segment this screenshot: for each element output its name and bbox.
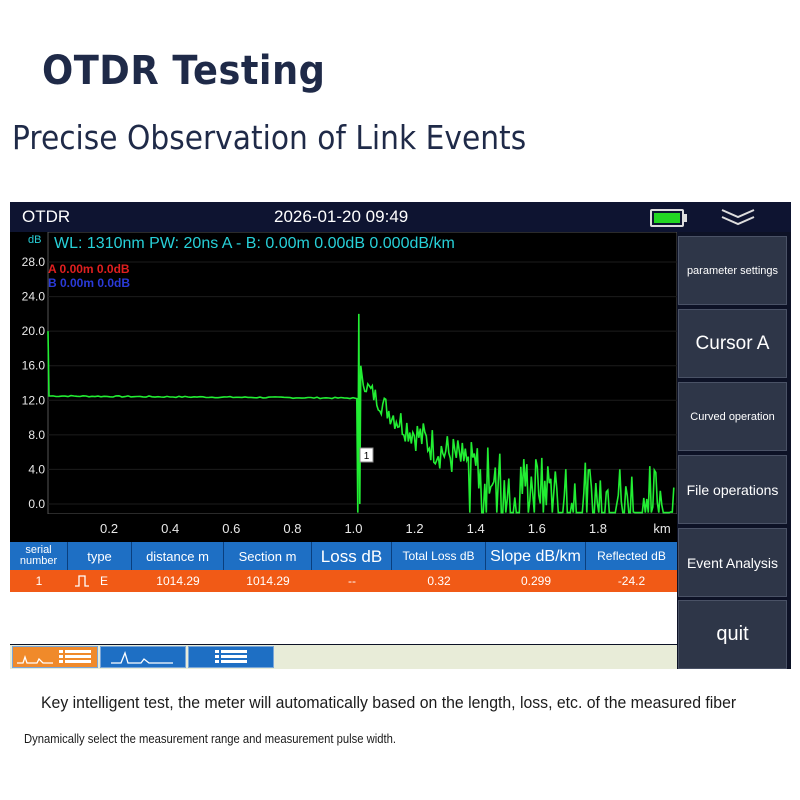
table-tab[interactable] — [188, 646, 274, 668]
col-distance: distance m — [132, 542, 224, 570]
event-analysis-button[interactable]: Event Analysis — [678, 528, 787, 597]
col-serial: serial number — [10, 542, 68, 570]
curved-operation-button[interactable]: Curved operation — [678, 382, 787, 451]
battery-icon — [650, 209, 687, 227]
x-tick-label: 1.8 — [589, 521, 607, 536]
x-tick-label: 0.2 — [100, 521, 118, 536]
page-subtitle: Precise Observation of Link Events — [12, 118, 527, 157]
trace-icon — [111, 651, 173, 664]
view-tab-bar — [10, 645, 677, 669]
y-unit: dB — [28, 234, 41, 246]
x-tick-label: 0.4 — [161, 521, 179, 536]
x-tick-label: 1.6 — [528, 521, 546, 536]
event-table: serial number type distance m Section m … — [10, 542, 677, 644]
trace-and-table-tab[interactable] — [12, 646, 98, 668]
trace-tab[interactable] — [100, 646, 186, 668]
col-type: type — [68, 542, 132, 570]
file-operations-button[interactable]: File operations — [678, 455, 787, 524]
cell-type: E — [99, 574, 108, 588]
status-bar: OTDR 2026-01-20 09:49 — [10, 202, 791, 232]
cell-reflected: -24.2 — [617, 574, 646, 588]
event-table-header: serial number type distance m Section m … — [10, 542, 677, 570]
chevron-menu-icon[interactable] — [718, 204, 758, 230]
caption-line-1: Key intelligent test, the meter will aut… — [41, 693, 737, 712]
col-reflected: Reflected dB — [597, 548, 666, 563]
col-loss: Loss dB — [312, 542, 392, 570]
datetime: 2026-01-20 09:49 — [274, 207, 409, 226]
cursor-a-button[interactable]: Cursor A — [678, 309, 787, 378]
y-tick-label: 8.0 — [28, 428, 45, 442]
x-tick-label: 1.2 — [406, 521, 424, 536]
cell-section: 1014.29 — [246, 574, 290, 588]
quit-button[interactable]: quit — [678, 600, 787, 669]
y-tick-label: 28.0 — [22, 255, 46, 269]
col-section: Section m — [224, 542, 312, 570]
cursor-b-readout: B 0.00m 0.0dB — [48, 276, 131, 290]
cell-loss: -- — [348, 574, 356, 588]
page-title: OTDR Testing — [42, 48, 326, 94]
plot-info-line: WL: 1310nm PW: 20ns A - B: 0.00m 0.00dB … — [54, 235, 455, 252]
col-total-loss: Total Loss dB — [392, 542, 486, 570]
function-sidebar: parameter settings Cursor A Curved opera… — [678, 236, 791, 669]
col-slope: Slope dB/km — [486, 542, 586, 570]
pulse-icon — [68, 570, 96, 592]
y-tick-label: 20.0 — [22, 324, 46, 338]
cursor-a-readout: A 0.00m 0.0dB — [48, 262, 130, 276]
otdr-trace-plot[interactable]: 28.0 24.0 20.0 16.0 12.0 8.0 4.0 0.0 1 dB WL: 1… — [10, 232, 677, 542]
cell-serial: 1 — [35, 574, 43, 588]
otdr-screen: OTDR 2026-01-20 09:49 28.0 24.0 20.0 16.0 12… — [10, 202, 791, 669]
parameter-settings-button[interactable]: parameter settings — [678, 236, 787, 305]
x-axis: 0.2 0.4 0.6 0.8 1.0 1.2 1.4 1.6 1.8 km — [10, 514, 677, 542]
x-tick-label: 1.0 — [344, 521, 362, 536]
y-tick-label: 12.0 — [22, 393, 46, 407]
y-tick-label: 0.0 — [28, 497, 45, 511]
x-unit-label: km — [653, 521, 670, 536]
list-icon — [59, 650, 91, 663]
x-tick-label: 0.6 — [222, 521, 240, 536]
caption-line-2: Dynamically select the measurement range… — [24, 732, 397, 746]
list-icon — [215, 650, 247, 663]
x-tick-label: 0.8 — [283, 521, 301, 536]
event-marker: 1 — [364, 451, 370, 462]
y-tick-label: 24.0 — [22, 290, 46, 304]
cell-distance: 1014.29 — [156, 574, 200, 588]
y-tick-label: 16.0 — [22, 359, 46, 373]
table-row[interactable]: 1 E 1014.29 1014.29 -- 0.32 0.299 -24.2 — [10, 570, 677, 592]
app-name: OTDR — [22, 207, 71, 226]
y-tick-label: 4.0 — [28, 462, 45, 476]
cell-slope: 0.299 — [520, 574, 552, 588]
x-tick-label: 1.4 — [467, 521, 485, 536]
cell-total-loss: 0.32 — [427, 574, 451, 588]
trace-icon — [17, 650, 91, 664]
